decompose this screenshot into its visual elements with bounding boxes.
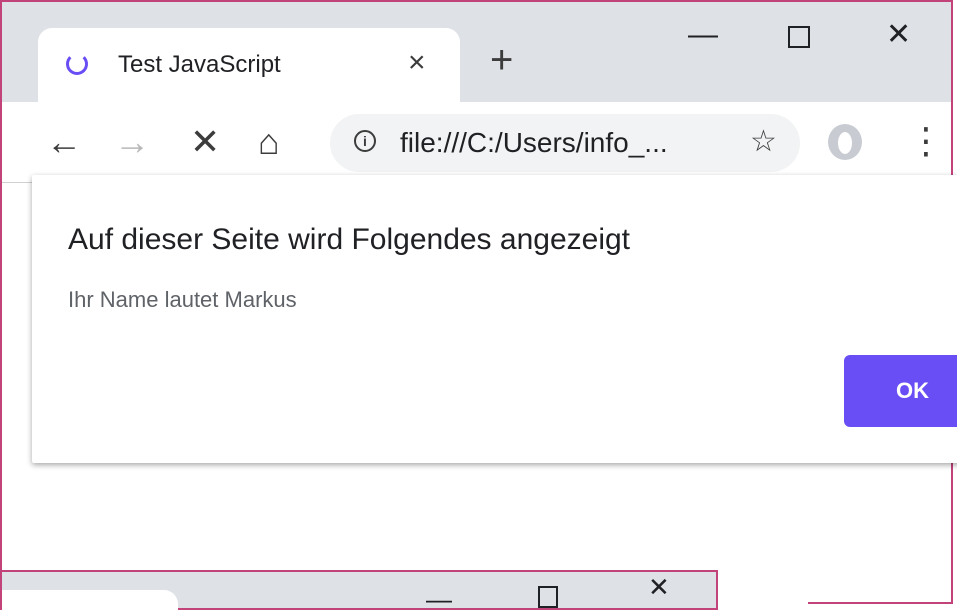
- browser-toolbar: ← → ✕ ⌂ i file:///C:/Users/info_... ☆ ⋮: [2, 102, 951, 183]
- maximize-icon[interactable]: [788, 26, 810, 48]
- loading-spinner-icon: [66, 53, 88, 75]
- url-text[interactable]: file:///C:/Users/info_...: [400, 127, 668, 159]
- back-arrow-icon[interactable]: ←: [46, 122, 82, 162]
- tab-close-icon[interactable]: ×: [408, 46, 426, 80]
- ok-button[interactable]: OK: [844, 355, 957, 427]
- minimize-icon[interactable]: —: [426, 586, 452, 612]
- dialog-title: Auf dieser Seite wird Folgendes angezeig…: [68, 223, 631, 256]
- site-info-icon[interactable]: i: [354, 130, 376, 152]
- dialog-message: Ihr Name lautet Markus: [68, 287, 297, 312]
- bookmark-star-icon[interactable]: ☆: [750, 124, 777, 159]
- address-bar[interactable]: i file:///C:/Users/info_... ☆: [330, 114, 800, 172]
- background-tab[interactable]: [2, 590, 178, 614]
- background-browser-window: — ✕: [0, 570, 718, 614]
- new-tab-icon[interactable]: +: [490, 40, 513, 80]
- minimize-icon[interactable]: —: [688, 20, 718, 50]
- profile-avatar-icon[interactable]: [828, 124, 862, 160]
- tab-title: Test JavaScript: [118, 51, 281, 78]
- desktop-gap: [718, 578, 808, 606]
- tab-strip: Test JavaScript × + — ✕: [2, 2, 951, 102]
- alert-dialog: Auf dieser Seite wird Folgendes angezeig…: [32, 175, 957, 463]
- maximize-icon[interactable]: [538, 586, 558, 608]
- tab-test-javascript[interactable]: Test JavaScript ×: [38, 28, 460, 102]
- home-icon[interactable]: ⌂: [258, 122, 280, 162]
- window-close-icon[interactable]: ✕: [886, 20, 911, 50]
- window-close-icon[interactable]: ✕: [648, 574, 670, 600]
- stop-loading-icon[interactable]: ✕: [190, 122, 220, 162]
- forward-arrow-icon[interactable]: →: [114, 122, 150, 162]
- menu-kebab-icon[interactable]: ⋮: [908, 120, 944, 162]
